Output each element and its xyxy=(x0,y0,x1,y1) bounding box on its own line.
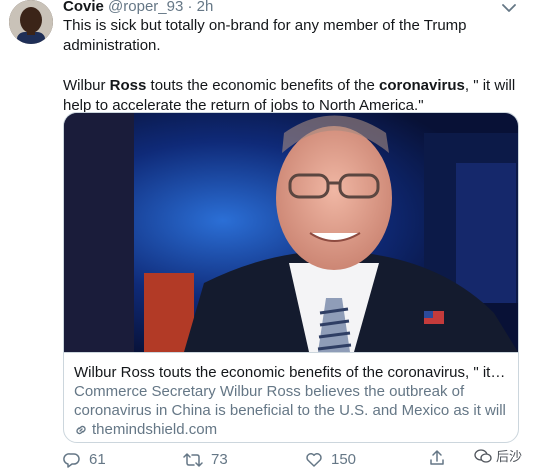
quote-part-2: touts the economic benefits of the xyxy=(146,77,379,94)
author-handle[interactable]: @roper_93 xyxy=(108,0,183,15)
more-button[interactable] xyxy=(500,1,518,15)
heart-icon xyxy=(306,453,322,467)
author-name[interactable]: Covie xyxy=(63,0,104,15)
card-domain: themindshield.com xyxy=(92,421,218,438)
quote-part-1: Wilbur xyxy=(63,77,110,94)
tweet-comment: This is sick but totally on-brand for an… xyxy=(63,17,467,54)
wechat-icon xyxy=(474,448,492,463)
avatar[interactable] xyxy=(9,0,53,44)
watermark-label: 后沙 xyxy=(495,449,522,464)
separator-dot: · xyxy=(187,0,193,15)
avatar-image xyxy=(9,0,53,44)
share-button[interactable] xyxy=(428,449,446,467)
quote-bold-2: coronavirus xyxy=(379,77,465,94)
retweet-count: 73 xyxy=(211,451,228,468)
chevron-down-icon xyxy=(502,4,516,12)
card-photo xyxy=(64,113,518,352)
card-domain-row: themindshield.com xyxy=(74,420,508,439)
tweet-header: Covie @roper_93 · 2h xyxy=(63,0,213,17)
link-icon xyxy=(76,425,86,434)
quote-bold-1: Ross xyxy=(109,77,147,94)
share-icon xyxy=(430,450,444,465)
reply-count: 61 xyxy=(89,451,106,468)
reply-button[interactable]: 61 xyxy=(63,449,106,471)
card-title: Wilbur Ross touts the economic benefits … xyxy=(74,364,508,381)
link-card[interactable]: Wilbur Ross touts the economic benefits … xyxy=(63,112,519,443)
tweet-text: This is sick but totally on-brand for an… xyxy=(63,16,518,116)
like-count: 150 xyxy=(331,451,357,468)
tweet[interactable]: Covie @roper_93 · 2h This is sick but to… xyxy=(0,0,534,476)
card-description: Commerce Secretary Wilbur Ross believes … xyxy=(74,383,506,419)
retweet-button[interactable]: 73 xyxy=(183,449,228,471)
action-bar: 61 73 150 xyxy=(63,449,518,471)
tweet-time[interactable]: 2h xyxy=(197,0,214,15)
card-meta[interactable]: Wilbur Ross touts the economic benefits … xyxy=(64,352,518,442)
card-image[interactable] xyxy=(64,113,518,352)
like-button[interactable]: 150 xyxy=(305,449,356,471)
retweet-icon xyxy=(183,453,203,467)
watermark: 后沙 xyxy=(469,444,526,467)
tweet-quote: Wilbur Ross touts the economic benefits … xyxy=(63,76,518,116)
reply-icon xyxy=(63,453,80,468)
